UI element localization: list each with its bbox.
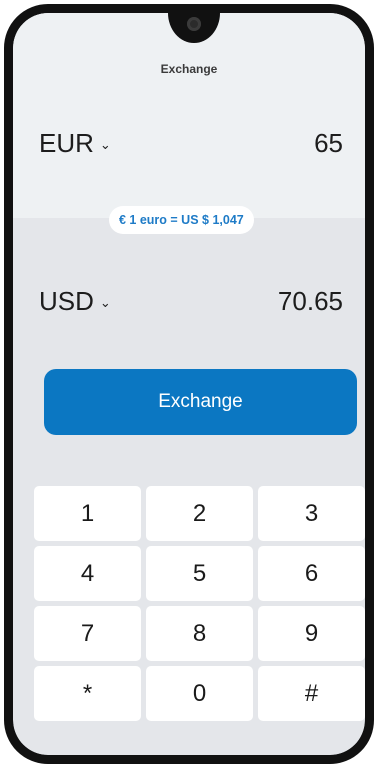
key-5[interactable]: 5 bbox=[146, 546, 253, 601]
chevron-down-icon: ⌄ bbox=[99, 136, 111, 152]
key-9[interactable]: 9 bbox=[258, 606, 365, 661]
from-panel bbox=[13, 13, 365, 218]
key-3[interactable]: 3 bbox=[258, 486, 365, 541]
camera-icon bbox=[187, 17, 201, 31]
page-title: Exchange bbox=[160, 62, 218, 76]
key-0[interactable]: 0 bbox=[146, 666, 253, 721]
to-currency-row: USD ⌄ 70.65 bbox=[39, 286, 343, 326]
key-hash[interactable]: # bbox=[258, 666, 365, 721]
chevron-down-icon: ⌄ bbox=[99, 294, 111, 310]
to-currency-select[interactable]: USD ⌄ bbox=[39, 286, 111, 317]
from-currency-row: EUR ⌄ 65 bbox=[39, 128, 343, 168]
key-4[interactable]: 4 bbox=[34, 546, 141, 601]
exchange-button[interactable]: Exchange bbox=[44, 369, 357, 435]
key-2[interactable]: 2 bbox=[146, 486, 253, 541]
key-asterisk[interactable]: * bbox=[34, 666, 141, 721]
key-1[interactable]: 1 bbox=[34, 486, 141, 541]
from-currency-select[interactable]: EUR ⌄ bbox=[39, 128, 111, 159]
key-8[interactable]: 8 bbox=[146, 606, 253, 661]
exchange-rate-badge: € 1 euro = US $ 1,047 bbox=[109, 206, 254, 234]
phone-frame: Exchange EUR ⌄ 65 € 1 euro = US $ 1,047 … bbox=[4, 4, 374, 764]
to-currency-label: USD bbox=[39, 286, 94, 316]
key-6[interactable]: 6 bbox=[258, 546, 365, 601]
to-amount: 70.65 bbox=[277, 286, 343, 316]
from-amount[interactable]: 65 bbox=[314, 128, 343, 159]
key-7[interactable]: 7 bbox=[34, 606, 141, 661]
from-currency-label: EUR bbox=[39, 128, 94, 158]
app-screen: Exchange EUR ⌄ 65 € 1 euro = US $ 1,047 … bbox=[13, 13, 365, 755]
